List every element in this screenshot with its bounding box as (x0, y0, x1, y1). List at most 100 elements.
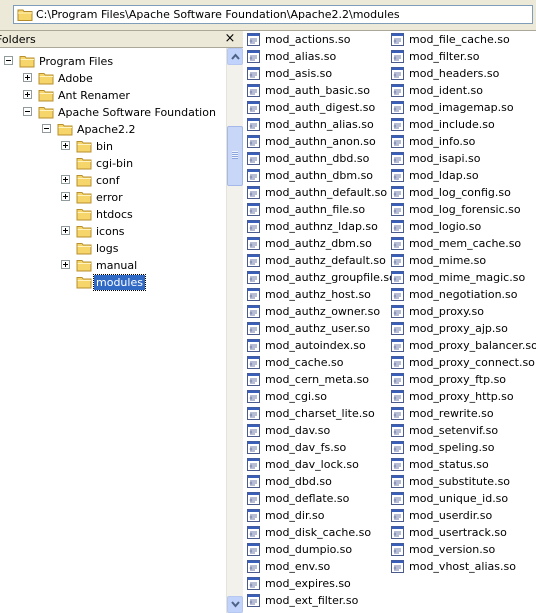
tree-item-label[interactable]: bin (94, 139, 115, 154)
expand-icon[interactable] (23, 73, 32, 82)
tree-item-apache-software-foundation[interactable]: Apache Software Foundation (0, 104, 226, 121)
tree-item-label[interactable]: htdocs (94, 207, 135, 222)
tree-item-label[interactable]: Program Files (37, 54, 115, 69)
folders-panel-header: Folders × (0, 31, 243, 48)
dll-file-icon (390, 32, 405, 50)
tree-item-modules[interactable]: modules (0, 274, 226, 291)
tree-item-bin[interactable]: bin (0, 138, 226, 155)
expand-icon[interactable] (61, 192, 70, 201)
file-name: mod_imagemap.so (409, 101, 514, 114)
tree-item-error[interactable]: error (0, 189, 226, 206)
dll-file-icon (246, 508, 261, 526)
dll-file-icon (390, 542, 405, 560)
file-name: mod_authz_host.so (265, 288, 371, 301)
file-name: mod_auth_basic.so (265, 84, 370, 97)
collapse-icon[interactable] (23, 107, 32, 116)
file-name: mod_usertrack.so (409, 526, 507, 539)
dll-file-icon (390, 440, 405, 458)
dll-file-icon (390, 389, 405, 407)
file-name: mod_logio.so (409, 220, 482, 233)
dll-file-icon (246, 236, 261, 254)
dll-file-icon (390, 134, 405, 152)
tree-item-adobe[interactable]: Adobe (0, 70, 226, 87)
file-name: mod_mime.so (409, 254, 487, 267)
scroll-thumb[interactable] (227, 126, 243, 186)
tree-item-label[interactable]: Adobe (56, 71, 95, 86)
dll-file-icon (246, 151, 261, 169)
file-name: mod_proxy_ftp.so (409, 373, 507, 386)
file-name: mod_cgi.so (265, 390, 327, 403)
dll-file-icon (390, 100, 405, 118)
folders-panel-title: Folders (0, 33, 36, 46)
chevron-down-icon (231, 601, 240, 608)
dll-file-icon (246, 593, 261, 611)
scroll-down-button[interactable] (227, 596, 243, 613)
chevron-up-icon (231, 53, 240, 60)
tree-item-htdocs[interactable]: htdocs (0, 206, 226, 223)
file-name: mod_charset_lite.so (265, 407, 375, 420)
file-name: mod_authz_default.so (265, 254, 386, 267)
file-name: mod_dumpio.so (265, 543, 353, 556)
file-name: mod_authn_alias.so (265, 118, 374, 131)
dll-file-icon (246, 440, 261, 458)
dll-file-icon (246, 270, 261, 288)
tree-item-program-files[interactable]: Program Files (0, 53, 226, 70)
tree-item-label[interactable]: manual (94, 258, 139, 273)
collapse-icon[interactable] (42, 124, 51, 133)
tree-item-label[interactable]: icons (94, 224, 127, 239)
file-name: mod_mime_magic.so (409, 271, 526, 284)
tree-item-manual[interactable]: manual (0, 257, 226, 274)
folder-icon (76, 207, 92, 224)
file-name: mod_authn_dbm.so (265, 169, 374, 182)
file-name: mod_env.so (265, 560, 331, 573)
dll-file-icon (390, 287, 405, 305)
dll-file-icon (390, 219, 405, 237)
address-bar: C:\Program Files\Apache Software Foundat… (0, 0, 536, 31)
tree-item-icons[interactable]: icons (0, 223, 226, 240)
file-name: mod_proxy_balancer.so (409, 339, 536, 352)
tree-scrollbar[interactable] (226, 48, 243, 613)
address-path: C:\Program Files\Apache Software Foundat… (36, 8, 400, 21)
expand-icon[interactable] (61, 141, 70, 150)
tree-item-label[interactable]: Apache2.2 (75, 122, 138, 137)
tree-item-label[interactable]: modules (93, 274, 146, 291)
dll-file-icon (246, 168, 261, 186)
file-name: mod_vhost_alias.so (409, 560, 516, 573)
file-name: mod_expires.so (265, 577, 351, 590)
dll-file-icon (246, 287, 261, 305)
dll-file-icon (246, 117, 261, 135)
tree-item-label[interactable]: cgi-bin (94, 156, 135, 171)
file-name: mod_proxy.so (409, 305, 484, 318)
address-input[interactable]: C:\Program Files\Apache Software Foundat… (13, 5, 533, 24)
file-name: mod_filter.so (409, 50, 480, 63)
file-name: mod_alias.so (265, 50, 337, 63)
tree-item-label[interactable]: logs (94, 241, 121, 256)
tree-item-label[interactable]: conf (94, 173, 122, 188)
dll-file-icon (390, 321, 405, 339)
collapse-icon[interactable] (4, 56, 13, 65)
expand-icon[interactable] (61, 260, 70, 269)
scroll-up-button[interactable] (227, 48, 243, 65)
expand-icon[interactable] (23, 90, 32, 99)
tree-item-ant-renamer[interactable]: Ant Renamer (0, 87, 226, 104)
file-name: mod_version.so (409, 543, 496, 556)
folder-icon (76, 156, 92, 173)
tree-item-logs[interactable]: logs (0, 240, 226, 257)
folder-icon (38, 88, 54, 105)
dll-file-icon (390, 525, 405, 543)
close-icon[interactable]: × (223, 32, 237, 46)
tree-item-label[interactable]: Ant Renamer (56, 88, 132, 103)
folder-icon (17, 8, 33, 24)
tree-item-apache2-2[interactable]: Apache2.2 (0, 121, 226, 138)
tree-item-label[interactable]: Apache Software Foundation (56, 105, 218, 120)
expand-icon[interactable] (61, 226, 70, 235)
dll-file-icon (390, 83, 405, 101)
file-name: mod_disk_cache.so (265, 526, 372, 539)
dll-file-icon (390, 185, 405, 203)
tree-item-label[interactable]: error (94, 190, 125, 205)
dll-file-icon (246, 474, 261, 492)
tree-item-conf[interactable]: conf (0, 172, 226, 189)
expand-icon[interactable] (61, 175, 70, 184)
dll-file-icon (390, 253, 405, 271)
tree-item-cgi-bin[interactable]: cgi-bin (0, 155, 226, 172)
